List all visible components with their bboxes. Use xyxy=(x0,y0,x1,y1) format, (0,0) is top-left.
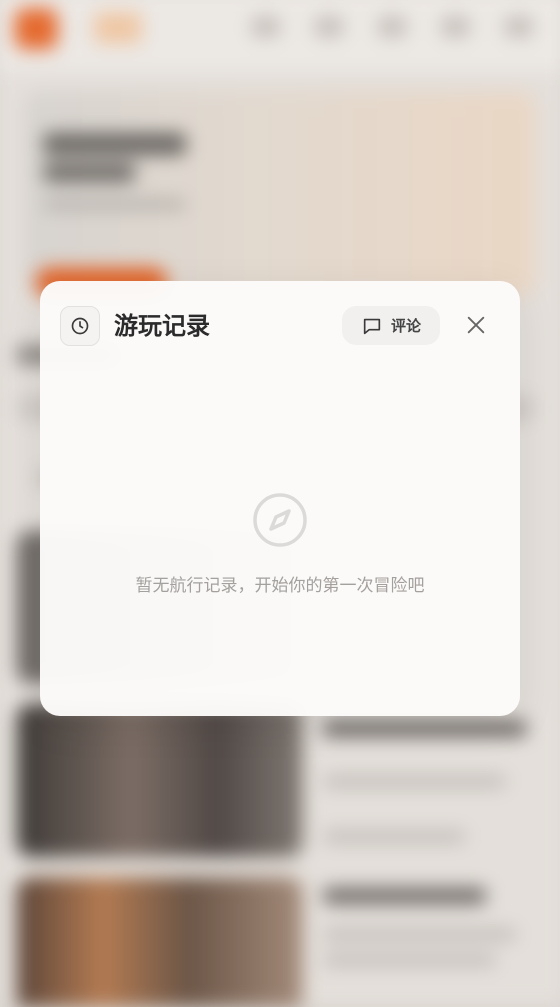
comment-button[interactable]: 评论 xyxy=(342,306,440,345)
bg-hero-banner xyxy=(24,92,535,297)
bg-top-bar xyxy=(0,0,560,72)
bg-text-line xyxy=(322,830,466,843)
bg-text-line xyxy=(322,775,507,788)
history-modal: 游玩记录 评论 暂无航行记录，开始你的第一次冒险吧 xyxy=(40,281,520,716)
bg-hero-title xyxy=(43,163,136,182)
bg-card-image xyxy=(16,704,303,858)
comment-icon xyxy=(361,315,383,337)
bg-nav-item xyxy=(314,16,344,37)
modal-title: 游玩记录 xyxy=(114,312,210,340)
bg-hero-title xyxy=(43,132,187,156)
bg-nav-item xyxy=(504,16,533,37)
close-button[interactable] xyxy=(460,309,492,341)
bg-nav-item xyxy=(251,16,280,37)
compass-icon xyxy=(251,491,309,549)
comment-button-label: 评论 xyxy=(390,317,421,335)
bg-nav-item xyxy=(441,16,470,37)
history-clock-icon xyxy=(60,306,100,346)
empty-state: 暂无航行记录，开始你的第一次冒险吧 xyxy=(40,491,520,596)
bg-hero-subtitle xyxy=(43,199,187,210)
bg-text-line xyxy=(322,953,497,967)
bg-logo xyxy=(14,8,58,50)
close-icon xyxy=(465,314,487,336)
empty-state-message: 暂无航行记录，开始你的第一次冒险吧 xyxy=(135,576,425,596)
bg-text-line xyxy=(322,720,527,737)
modal-header: 游玩记录 评论 xyxy=(40,281,520,371)
bg-text-line xyxy=(322,887,487,904)
bg-text-line xyxy=(322,928,517,941)
bg-nav-item xyxy=(377,16,407,37)
bg-card-image xyxy=(16,877,303,1007)
bg-logo-text xyxy=(94,12,142,44)
